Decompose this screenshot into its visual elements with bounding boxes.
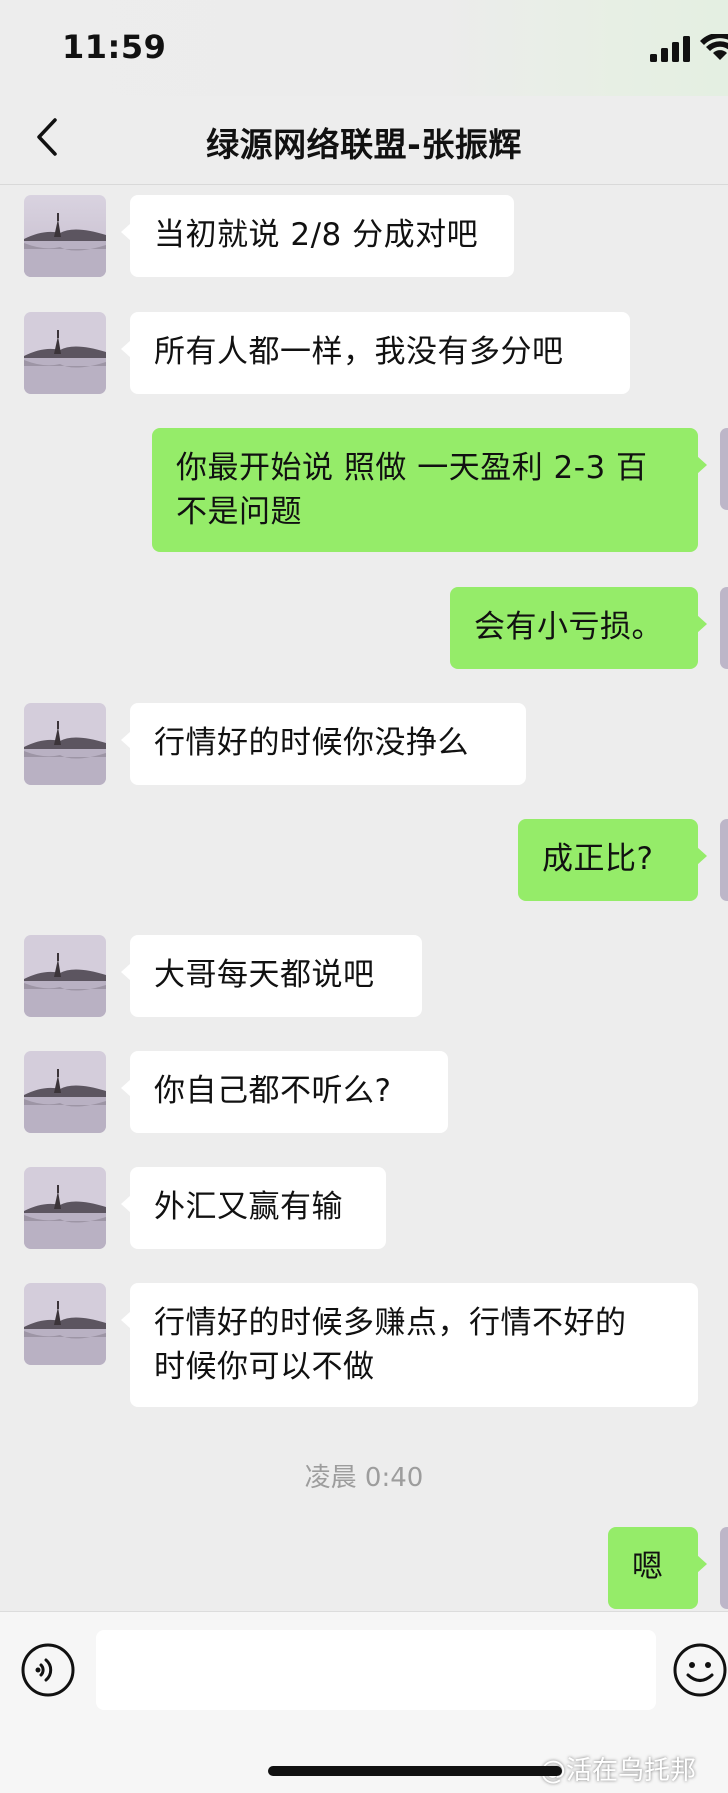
message-timestamp: 凌晨 0:40 [304,1463,424,1493]
watermark: @活在乌托邦 [540,1756,697,1786]
message-bubble-incoming[interactable]: 所有人都一样，我没有多分吧 [121,312,630,394]
emoji-button[interactable] [672,1642,728,1698]
message-bubble-incoming[interactable]: 当初就说 2/8 分成对吧 [121,195,514,277]
emoji-icon [672,1643,728,1702]
nav-bar: 绿源网络联盟-张振辉 [0,96,728,185]
message-bubble-outgoing[interactable]: 成正比? [518,819,707,901]
message-bubble-outgoing[interactable]: 你最开始说 照做 一天盈利 2-3 百 不是问题 [152,428,707,552]
status-bar: 11:59 [0,0,728,96]
message-bubble-incoming[interactable]: 外汇又赢有输 [121,1167,386,1249]
user-avatar[interactable] [720,1527,728,1609]
contact-avatar[interactable] [24,1283,106,1365]
message-bubble-incoming[interactable]: 你自己都不听么? [121,1051,448,1133]
contact-avatar[interactable] [24,1051,106,1133]
user-avatar[interactable] [720,587,728,669]
contact-avatar[interactable] [24,312,106,394]
chat-message-list[interactable]: 当初就说 2/8 分成对吧 所有人都一样，我没有多分吧 你最开始说 照做 一天盈… [0,185,728,1611]
contact-avatar[interactable] [24,1167,106,1249]
message-bubble-incoming[interactable]: 大哥每天都说吧 [121,935,422,1017]
contact-avatar[interactable] [24,935,106,1017]
voice-icon [20,1643,76,1702]
user-avatar[interactable] [720,819,728,901]
contact-avatar[interactable] [24,195,106,277]
message-bubble-outgoing[interactable]: 嗯 [608,1527,707,1609]
signal-icon [650,36,694,62]
voice-button[interactable] [20,1642,76,1698]
message-input[interactable] [96,1630,656,1710]
chat-title: 绿源网络联盟-张振辉 [206,125,522,164]
contact-avatar[interactable] [24,703,106,785]
status-time: 11:59 [62,28,167,66]
user-avatar[interactable] [720,428,728,510]
message-bubble-incoming[interactable]: 行情好的时候你没挣么 [121,703,526,785]
message-bubble-incoming[interactable]: 行情好的时候多赚点，行情不好的 时候你可以不做 [121,1283,698,1407]
message-bubble-outgoing[interactable]: 会有小亏损。 [450,587,707,669]
wifi-icon [700,34,728,62]
home-indicator[interactable] [268,1766,562,1776]
